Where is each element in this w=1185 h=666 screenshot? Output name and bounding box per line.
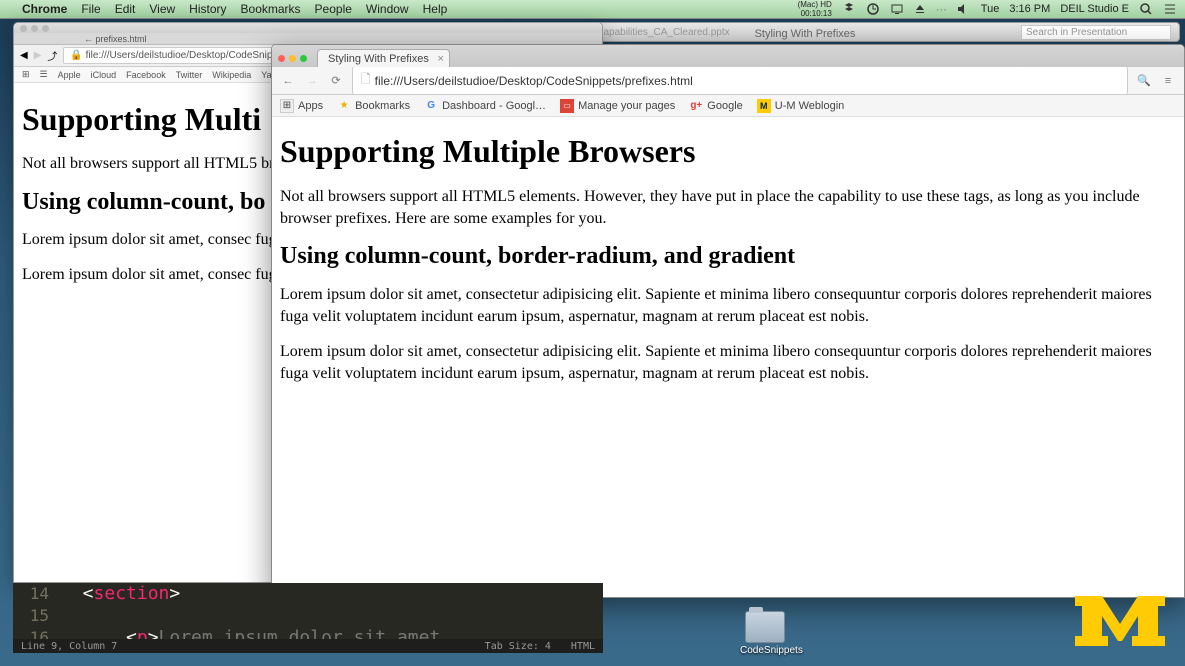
display-icon[interactable] <box>890 2 904 16</box>
browser-tab[interactable]: Styling With Prefixes <box>317 49 450 67</box>
page-p1: Not all browsers support all HTML5 eleme… <box>280 186 1176 229</box>
traffic-lights-back[interactable] <box>20 25 49 32</box>
page-p2: Lorem ipsum dolor sit amet, consectetur … <box>280 284 1176 327</box>
dock-label: CodeSnippets <box>740 645 790 656</box>
chrome-window-front[interactable]: Styling With Prefixes ← → ⟳ 🗋 file:///Us… <box>271 44 1185 598</box>
code-editor[interactable]: 14 15 16 <section> <p>Lorem ipsum dolor … <box>13 583 603 653</box>
grid-icon[interactable]: ⊞ <box>22 69 30 80</box>
list-icon[interactable]: ☰ <box>40 69 48 80</box>
menu-history[interactable]: History <box>189 2 226 16</box>
page-content: Supporting Multiple Browsers Not all bro… <box>272 117 1184 597</box>
editor-gutter: 14 15 16 <box>13 583 55 639</box>
bk-twitter[interactable]: Twitter <box>176 70 203 80</box>
share-icon[interactable]: ⤴ <box>47 48 57 63</box>
address-bar[interactable]: 🗋 file:///Users/deilstudioe/Desktop/Code… <box>352 66 1128 95</box>
menubar-user[interactable]: DEIL Studio E <box>1060 3 1129 15</box>
bk-apple[interactable]: Apple <box>58 70 81 80</box>
menu-icon[interactable]: ≡ <box>1160 73 1176 89</box>
menu-edit[interactable]: Edit <box>115 2 136 16</box>
bk-icloud[interactable]: iCloud <box>91 70 117 80</box>
menu-view[interactable]: View <box>149 2 175 16</box>
editor-statusbar: Line 9, Column 7 Tab Size: 4 HTML <box>13 639 603 653</box>
dock-folder[interactable]: CodeSnippets <box>740 611 790 656</box>
sync-icon[interactable] <box>866 2 880 16</box>
bk-wikipedia[interactable]: Wikipedia <box>212 70 251 80</box>
eject-icon[interactable] <box>914 3 926 15</box>
bk-dashboard[interactable]: GDashboard - Googl… <box>424 99 546 113</box>
bk-manage[interactable]: ▭Manage your pages <box>560 99 675 113</box>
status-position: Line 9, Column 7 <box>21 641 117 652</box>
menu-file[interactable]: File <box>81 2 100 16</box>
spotlight-icon[interactable] <box>1139 2 1153 16</box>
page-h1: Supporting Multiple Browsers <box>280 133 1176 170</box>
bk-weblogin[interactable]: MU-M Weblogin <box>757 99 845 113</box>
traffic-lights-front[interactable] <box>278 55 307 62</box>
menu-people[interactable]: People <box>315 2 352 16</box>
menu-bookmarks[interactable]: Bookmarks <box>241 2 301 16</box>
bookmark-bar: ⊞Apps ★Bookmarks GDashboard - Googl… ▭Ma… <box>272 95 1184 117</box>
bk-google[interactable]: g+Google <box>689 99 742 113</box>
michigan-logo <box>1070 586 1170 656</box>
bk-facebook[interactable]: Facebook <box>126 70 166 80</box>
page-icon: 🗋 <box>361 70 371 91</box>
page-p3: Lorem ipsum dolor sit amet, consectetur … <box>280 341 1176 384</box>
volume-icon[interactable] <box>957 3 971 15</box>
back-button[interactable]: ← <box>280 73 296 89</box>
page-h2: Using column-count, border-radium, and g… <box>280 243 1176 270</box>
status-language[interactable]: HTML <box>571 641 595 652</box>
folder-icon <box>745 611 785 643</box>
forward-button[interactable]: → <box>304 73 320 89</box>
dropbox-icon[interactable] <box>842 2 856 16</box>
bk-bookmarks[interactable]: ★Bookmarks <box>337 99 410 113</box>
mac-menubar: Chrome File Edit View History Bookmarks … <box>0 0 1185 19</box>
menu-help[interactable]: Help <box>423 2 448 16</box>
status-tabsize[interactable]: Tab Size: 4 <box>485 641 551 652</box>
fwd-button[interactable]: ▶ <box>34 50 42 61</box>
wifi-off-icon[interactable]: ⋯ <box>936 3 947 16</box>
zoom-icon[interactable]: 🔍 <box>1136 73 1152 89</box>
drive-status: (Mac) HD 00:10:13 <box>798 0 832 18</box>
menubar-day[interactable]: Tue <box>981 3 1000 15</box>
bk-apps[interactable]: ⊞Apps <box>280 99 323 113</box>
back-button[interactable]: ◀ <box>20 50 28 61</box>
notifications-icon[interactable] <box>1163 2 1177 16</box>
reload-button[interactable]: ⟳ <box>328 73 344 89</box>
app-menu[interactable]: Chrome <box>22 2 67 16</box>
menu-window[interactable]: Window <box>366 2 409 16</box>
